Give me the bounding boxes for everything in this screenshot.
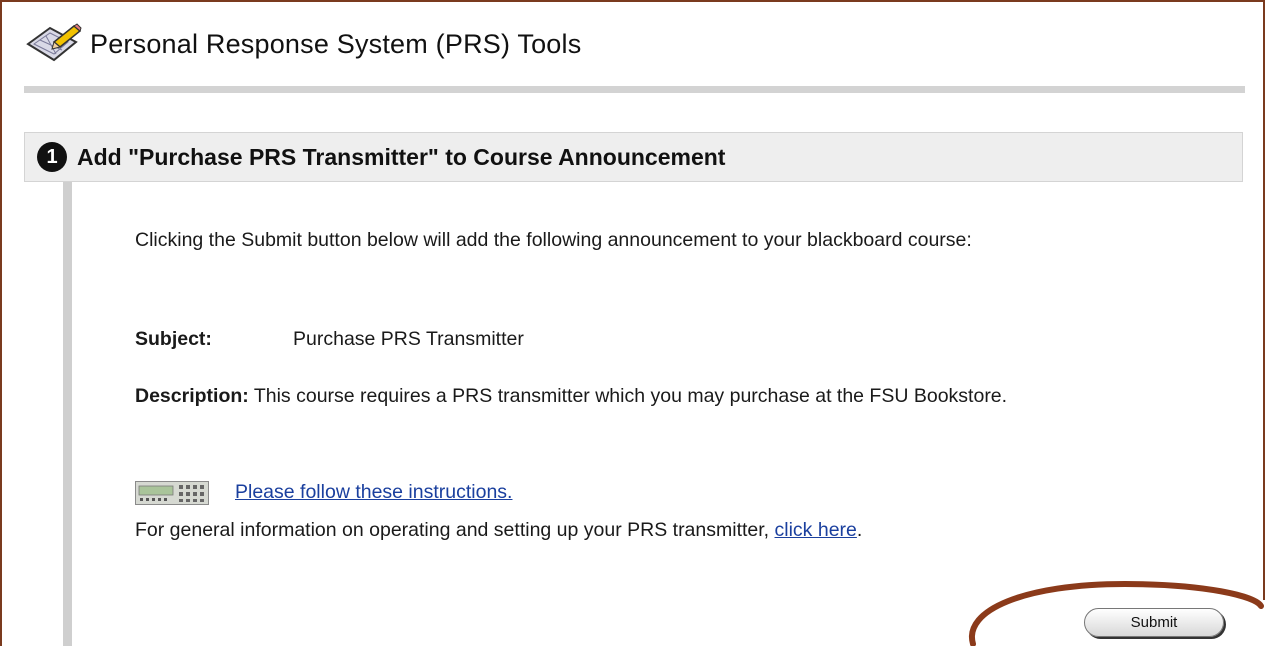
- description-value: This course requires a PRS transmitter w…: [253, 385, 1008, 407]
- announcement-content: Clicking the Submit button below will ad…: [135, 226, 1215, 541]
- frame-border-left: [0, 0, 2, 646]
- general-info-suffix: .: [856, 519, 863, 541]
- instructions-link[interactable]: Please follow these instructions.: [235, 478, 512, 507]
- submit-button[interactable]: Submit: [1084, 608, 1224, 637]
- description-label: Description:: [135, 385, 249, 407]
- subject-row: Subject: Purchase PRS Transmitter: [135, 325, 524, 354]
- instructions-row: Please follow these instructions.: [135, 478, 512, 507]
- subject-label: Subject:: [135, 328, 212, 350]
- subject-value: Purchase PRS Transmitter: [293, 328, 524, 350]
- page-header: Personal Response System (PRS) Tools: [24, 22, 581, 66]
- step-number-badge: 1: [37, 142, 67, 172]
- general-info-text: For general information on operating and…: [135, 519, 775, 541]
- header-divider: [24, 86, 1245, 93]
- prs-remote-icon: [135, 480, 209, 505]
- section-header: 1 Add "Purchase PRS Transmitter" to Cour…: [24, 132, 1243, 182]
- page-title: Personal Response System (PRS) Tools: [90, 28, 582, 59]
- section-title: Add "Purchase PRS Transmitter" to Course…: [77, 143, 726, 170]
- intro-text: Clicking the Submit button below will ad…: [135, 229, 972, 251]
- frame-border-top: [0, 0, 1265, 2]
- tool-palette-pencil-icon: [26, 23, 82, 62]
- section-side-bar: [63, 182, 72, 646]
- general-info-link[interactable]: click here: [775, 519, 857, 541]
- description-row: Description: This course requires a PRS …: [135, 382, 1215, 411]
- general-info-row: For general information on operating and…: [135, 516, 862, 545]
